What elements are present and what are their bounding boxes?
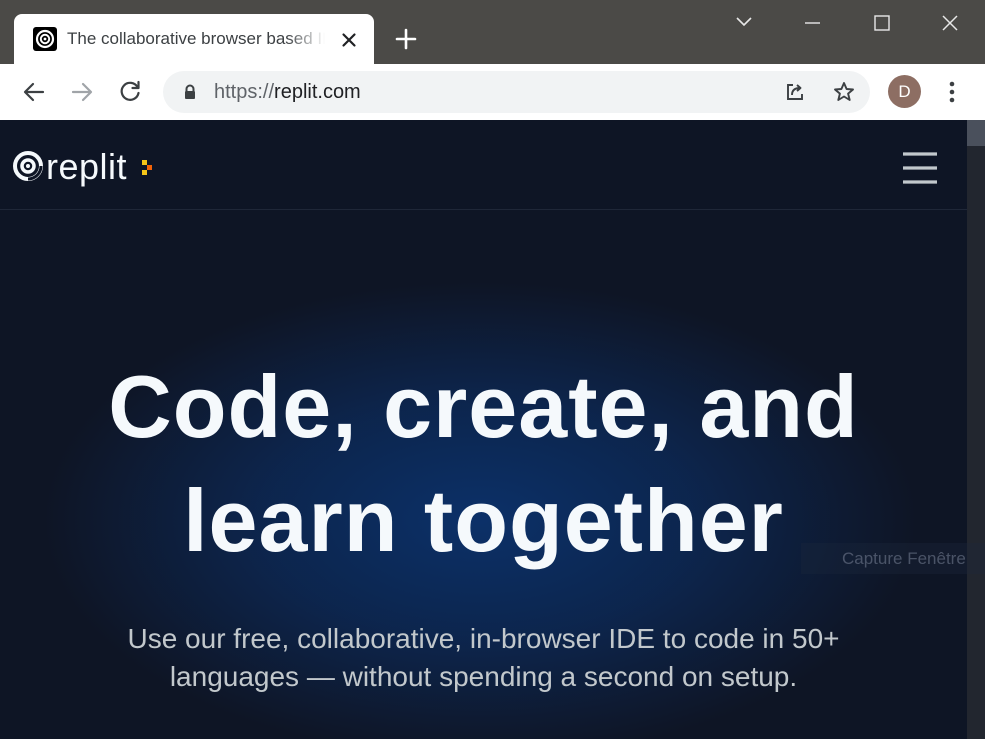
hamburger-menu-icon[interactable]: [902, 150, 938, 186]
capture-watermark: Capture Fenêtre: [801, 543, 985, 574]
minimize-button[interactable]: [792, 8, 832, 38]
page-content: replit Code, create, and learn together …: [0, 120, 967, 739]
site-navbar: replit: [0, 120, 967, 210]
browser-tab[interactable]: The collaborative browser based IDE: [14, 14, 374, 64]
close-window-button[interactable]: [930, 8, 970, 38]
arrow-right-icon: [71, 82, 93, 102]
url-scheme: https://: [214, 81, 275, 103]
minimize-icon: [805, 22, 820, 24]
forward-button[interactable]: [68, 78, 96, 106]
browser-toolbar: https://replit.com D: [0, 64, 985, 121]
scrollbar-thumb[interactable]: [967, 120, 985, 146]
kebab-menu-icon: [949, 81, 955, 103]
hero-title-line-1: Code, create, and: [108, 357, 859, 456]
close-icon: [942, 15, 958, 31]
tab-search-button[interactable]: [724, 8, 764, 38]
browser-window: The collaborative browser based IDE http…: [0, 0, 985, 739]
replit-spiral-icon: [13, 151, 43, 181]
hero-subtitle-line-1: Use our free, collaborative, in-browser …: [127, 623, 840, 654]
arrow-left-icon: [23, 82, 45, 102]
replit-favicon-icon: [33, 27, 57, 51]
new-tab-button[interactable]: [392, 25, 420, 53]
share-button[interactable]: [783, 80, 807, 104]
maximize-icon: [874, 15, 890, 31]
page-scrollbar[interactable]: [967, 120, 985, 739]
url-text: https://replit.com: [214, 81, 361, 104]
url-host: replit.com: [274, 81, 361, 103]
address-bar[interactable]: https://replit.com: [163, 71, 870, 113]
share-icon: [787, 84, 803, 100]
replit-prompt-icon: [142, 160, 152, 175]
bookmark-button[interactable]: [832, 80, 856, 104]
profile-avatar[interactable]: D: [888, 75, 921, 108]
reload-button[interactable]: [116, 78, 144, 106]
tab-close-icon[interactable]: [337, 28, 361, 52]
reload-icon: [120, 80, 140, 101]
tab-title: The collaborative browser based IDE: [67, 29, 325, 48]
tab-strip: The collaborative browser based IDE: [0, 0, 985, 64]
maximize-button[interactable]: [861, 8, 901, 38]
star-icon: [834, 82, 854, 101]
hero-subtitle-line-2: languages — without spending a second on…: [169, 661, 798, 692]
back-button[interactable]: [20, 78, 48, 106]
chevron-down-icon: [736, 17, 752, 27]
browser-menu-button[interactable]: [942, 78, 962, 106]
plus-icon: [395, 28, 417, 50]
lock-icon[interactable]: [181, 83, 199, 101]
hero-subtitle: Use our free, collaborative, in-browser …: [60, 620, 907, 696]
logo-text: replit: [46, 146, 128, 187]
